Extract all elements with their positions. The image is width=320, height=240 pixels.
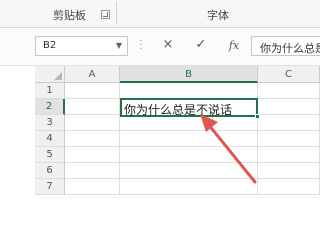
enter-icon[interactable]: ✓ (193, 37, 209, 52)
clipboard-dialog-launcher-icon[interactable] (101, 10, 110, 19)
cell[interactable] (258, 163, 320, 179)
formula-bar-row: B2 ▼ ··· × ✓ fx 你为什么总是不说话 (0, 28, 320, 66)
ribbon: 剪贴板 字体 (0, 0, 320, 28)
cell[interactable] (120, 163, 258, 179)
cell[interactable] (120, 83, 258, 99)
row-header-3[interactable]: 3 (35, 115, 65, 131)
cell[interactable] (258, 83, 320, 99)
cell[interactable] (65, 179, 120, 195)
cell[interactable] (258, 99, 320, 115)
row-header-7[interactable]: 7 (35, 179, 65, 195)
cell[interactable] (258, 147, 320, 163)
cell[interactable] (120, 131, 258, 147)
active-cell-b2[interactable]: 你为什么总是不说话 (120, 98, 258, 117)
fill-handle[interactable] (255, 114, 260, 119)
cell[interactable] (65, 163, 120, 179)
cell[interactable] (120, 179, 258, 195)
name-box[interactable]: B2 ▼ (35, 36, 128, 56)
name-box-value: B2 (43, 40, 57, 51)
cell[interactable] (65, 83, 120, 99)
cancel-icon[interactable]: × (160, 37, 176, 52)
cell[interactable] (120, 147, 258, 163)
row-header-1[interactable]: 1 (35, 83, 65, 99)
select-all-corner[interactable] (35, 66, 65, 83)
row-header-6[interactable]: 6 (35, 163, 65, 179)
formula-input[interactable]: 你为什么总是不说话 (251, 36, 320, 56)
cell[interactable] (258, 179, 320, 195)
font-group-label: 字体 (207, 9, 229, 22)
ribbon-divider (116, 2, 117, 24)
insert-function-button[interactable]: fx (226, 39, 242, 52)
row-header-4[interactable]: 4 (35, 131, 65, 147)
clipboard-group-label: 剪贴板 (53, 9, 86, 22)
row-header-5[interactable]: 5 (35, 147, 65, 163)
drag-handle-icon[interactable]: · · · (139, 37, 143, 55)
chevron-down-icon[interactable]: ▼ (116, 41, 122, 50)
cell[interactable] (65, 131, 120, 147)
cell[interactable] (65, 115, 120, 131)
column-header-c[interactable]: C (258, 66, 320, 83)
worksheet-grid[interactable]: A B C 1 2 3 4 5 6 7 你为什么总是不说话 (0, 66, 320, 240)
cell[interactable] (258, 131, 320, 147)
row-header-2[interactable]: 2 (35, 99, 65, 115)
column-header-b[interactable]: B (120, 66, 258, 83)
cell[interactable] (65, 99, 120, 115)
column-header-a[interactable]: A (65, 66, 120, 83)
cell[interactable] (65, 147, 120, 163)
cell[interactable] (258, 115, 320, 131)
